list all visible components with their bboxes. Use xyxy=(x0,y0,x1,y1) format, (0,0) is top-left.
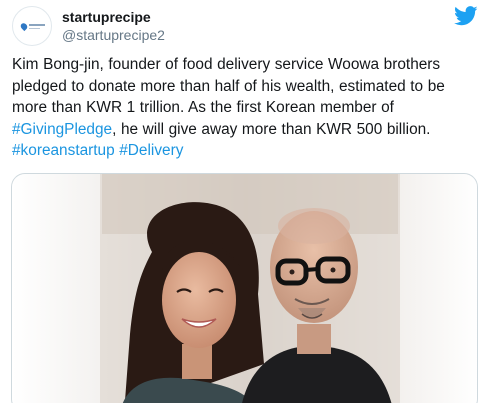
tweet-card[interactable]: startuprecipe @startuprecipe2 Kim Bong-j… xyxy=(0,0,490,403)
author-display-name[interactable]: startuprecipe xyxy=(62,9,165,26)
tweet-header: startuprecipe @startuprecipe2 xyxy=(12,6,478,46)
twitter-bird-icon[interactable] xyxy=(454,6,478,26)
photo-of-two-people xyxy=(12,174,477,403)
tweet-photo[interactable] xyxy=(11,173,478,403)
hashtag-koreanstartup[interactable]: #koreanstartup xyxy=(12,142,115,159)
hashtag-delivery[interactable]: #Delivery xyxy=(119,142,183,159)
hashtag-givingpledge[interactable]: #GivingPledge xyxy=(12,121,112,138)
tweet-text: Kim Bong-jin, founder of food delivery s… xyxy=(12,56,445,159)
location-pin-icon xyxy=(19,21,29,32)
avatar[interactable] xyxy=(12,6,52,46)
author-handle[interactable]: @startuprecipe2 xyxy=(62,26,165,45)
author-names[interactable]: startuprecipe @startuprecipe2 xyxy=(62,9,165,45)
